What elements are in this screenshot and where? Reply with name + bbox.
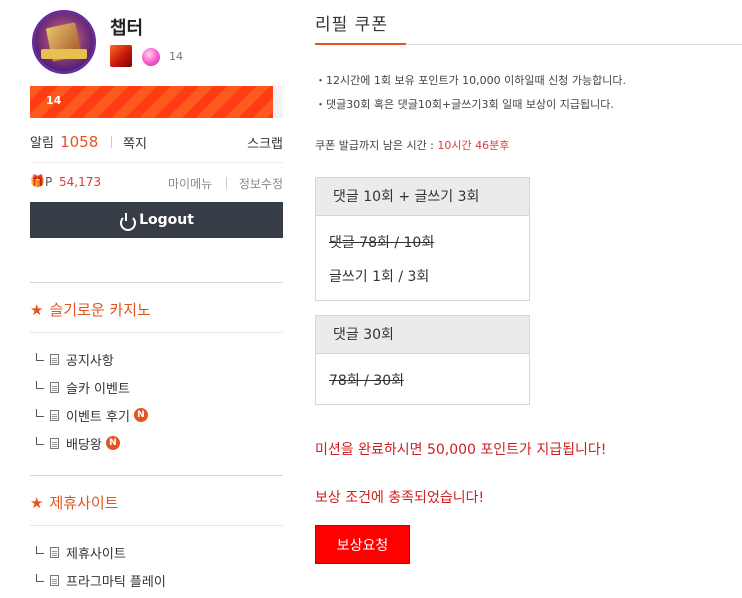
section-title-text: 슬기로운 카지노 — [49, 301, 151, 319]
alarm-row: 알림 1058 쪽지 스크랩 — [30, 122, 283, 162]
gift-icon: 🎁 — [30, 174, 45, 188]
alarm-label: 알림 — [30, 136, 54, 151]
mission-title: 댓글 10회 + 글쓰기 3회 — [316, 178, 529, 216]
exp-level-label: 14 — [46, 94, 62, 107]
divider — [111, 136, 112, 148]
divider — [226, 177, 227, 189]
sidebar-item-event[interactable]: 슬카 이벤트 — [30, 373, 283, 401]
point-label: P — [45, 175, 53, 189]
notice-text: 댓글30회 혹은 댓글10회+글쓰기3회 일때 보상이 지급됩니다. — [326, 98, 614, 111]
gem-icon — [142, 48, 160, 66]
note-link[interactable]: 쪽지 — [123, 133, 147, 152]
profile-card: 챕터 14 — [30, 0, 283, 86]
menu-list-casino: 공지사항 슬카 이벤트 이벤트 후기 N 배당왕 N — [30, 333, 283, 457]
tree-elbow-icon — [36, 546, 44, 554]
sidebar-item-label: 공지사항 — [66, 353, 114, 369]
mission-body: 댓글 78회 / 10회 글쓰기 1회 / 3회 — [316, 216, 529, 300]
sidebar-item-pragmatic-play[interactable]: 프라그마틱 플레이 — [30, 566, 283, 594]
notice-text: 12시간에 1회 보유 포인트가 10,000 이하일때 신청 가능합니다. — [326, 74, 626, 87]
sidebar-item-label: 배당왕 — [66, 437, 102, 453]
nickname[interactable]: 챕터 — [110, 14, 143, 40]
remain-label: 쿠폰 발급까지 남은 시간 : — [315, 139, 438, 152]
star-icon: ★ — [30, 494, 44, 512]
notice-item: ・12시간에 1회 보유 포인트가 10,000 이하일때 신청 가능합니다. — [315, 74, 626, 87]
mission-body: 78회 / 30회 — [316, 354, 529, 404]
logout-label: Logout — [139, 212, 194, 228]
notice-list: ・12시간에 1회 보유 포인트가 10,000 이하일때 신청 가능합니다. … — [315, 69, 742, 117]
exp-progress-bar: 14 — [30, 86, 283, 118]
sidebar-item-label: 이벤트 후기 — [66, 409, 130, 425]
alarm-count: 1058 — [60, 133, 99, 151]
main-content: 리필 쿠폰 ・12시간에 1회 보유 포인트가 10,000 이하일때 신청 가… — [315, 0, 742, 564]
tree-elbow-icon — [36, 381, 44, 389]
edit-info-link[interactable]: 정보수정 — [239, 175, 283, 192]
mission-reward-message: 미션을 완료하시면 50,000 포인트가 지급됩니다! — [315, 442, 607, 458]
document-icon — [50, 437, 59, 449]
sidebar-item-partner-site[interactable]: 제휴사이트 — [30, 538, 283, 566]
document-icon — [50, 574, 59, 586]
tree-elbow-icon — [36, 574, 44, 582]
point-row: 🎁 P 54,173 마이메뉴 정보수정 — [30, 162, 283, 198]
new-badge: N — [133, 408, 148, 422]
document-icon — [50, 546, 59, 558]
reward-eligible-message: 보상 조건에 충족되었습니다! — [315, 490, 485, 506]
exp-remaining — [272, 86, 283, 118]
mission-comment-progress: 댓글 78회 / 10회 — [329, 235, 435, 251]
notice-item: ・댓글30회 혹은 댓글10회+글쓰기3회 일때 보상이 지급됩니다. — [315, 98, 614, 111]
logout-button[interactable]: Logout — [30, 202, 283, 238]
sidebar-item-label: 슬카 이벤트 — [66, 381, 130, 397]
section-title-partner: ★ 제휴사이트 — [30, 476, 283, 526]
sidebar-item-label: 제휴사이트 — [66, 546, 126, 562]
coupon-remaining-time: 쿠폰 발급까지 남은 시간 : 10시간 46분후 — [315, 137, 742, 153]
page-title-bar: 리필 쿠폰 — [315, 0, 742, 45]
scrap-link[interactable]: 스크랩 — [247, 133, 283, 152]
sidebar-item-dividend-king[interactable]: 배당왕 N — [30, 429, 283, 457]
star-icon: ★ — [30, 301, 44, 319]
mission-comment-progress: 78회 / 30회 — [329, 373, 405, 389]
sidebar-item-notice[interactable]: 공지사항 — [30, 345, 283, 373]
power-icon — [119, 213, 137, 231]
title-underline — [315, 43, 406, 45]
tree-elbow-icon — [36, 437, 44, 445]
mission-box-comments-posts: 댓글 10회 + 글쓰기 3회 댓글 78회 / 10회 글쓰기 1회 / 3회 — [315, 177, 530, 301]
mission-box-comments: 댓글 30회 78회 / 30회 — [315, 315, 530, 405]
alarm-link[interactable]: 알림 1058 — [30, 132, 98, 151]
point-value: 54,173 — [59, 175, 101, 189]
menu-list-partner: 제휴사이트 프라그마틱 플레이 — [30, 526, 283, 594]
sidebar: 챕터 14 14 알림 1058 쪽지 스크랩 🎁 P 54,173 마이메뉴 … — [30, 0, 283, 594]
new-badge: N — [105, 436, 120, 450]
avatar-banner-icon — [41, 49, 87, 59]
mission-title: 댓글 30회 — [316, 316, 529, 354]
document-icon — [50, 409, 59, 421]
tree-elbow-icon — [36, 409, 44, 417]
section-title-text: 제휴사이트 — [49, 494, 119, 512]
avatar[interactable] — [32, 10, 96, 74]
my-menu-link[interactable]: 마이메뉴 — [168, 175, 212, 192]
remain-time: 10시간 46분후 — [437, 139, 510, 152]
document-icon — [50, 353, 59, 365]
reward-request-button[interactable]: 보상요청 — [315, 525, 410, 564]
document-icon — [50, 381, 59, 393]
level-number: 14 — [169, 50, 183, 63]
mission-post-progress: 글쓰기 1회 / 3회 — [329, 269, 430, 285]
sidebar-item-label: 프라그마틱 플레이 — [66, 574, 166, 590]
sidebar-item-event-review[interactable]: 이벤트 후기 N — [30, 401, 283, 429]
page-title: 리필 쿠폰 — [315, 15, 388, 35]
tree-elbow-icon — [36, 353, 44, 361]
section-title-casino: ★ 슬기로운 카지노 — [30, 283, 283, 333]
level-emblem-icon — [110, 45, 132, 67]
